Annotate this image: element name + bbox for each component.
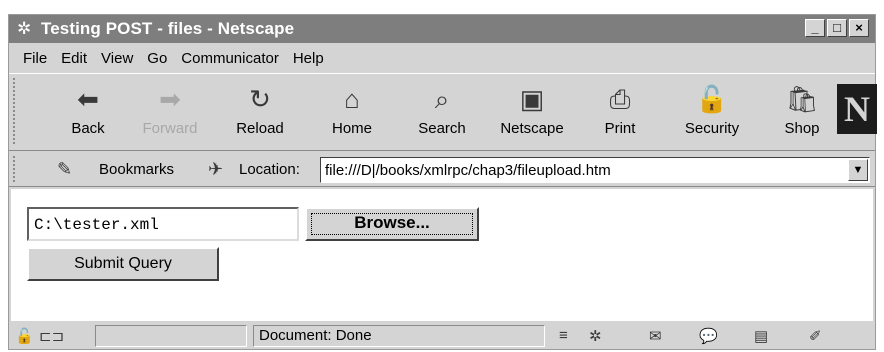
maximize-button[interactable]: □ bbox=[827, 19, 847, 37]
shop-icon: 🛍 bbox=[785, 84, 819, 114]
forward-label: Forward bbox=[142, 120, 198, 137]
security-status-icon[interactable]: 🔓 bbox=[15, 327, 34, 345]
menu-communicator[interactable]: Communicator bbox=[181, 50, 279, 67]
toolbar-grip[interactable] bbox=[13, 78, 21, 144]
menu-file[interactable]: File bbox=[23, 50, 47, 67]
browser-window: ✲ Testing POST - files - Netscape _ □ × … bbox=[8, 14, 877, 350]
bookmarks-icon[interactable]: ✎ bbox=[57, 159, 72, 180]
netscape-button[interactable]: ▣ Netscape bbox=[497, 80, 567, 144]
close-button[interactable]: × bbox=[849, 19, 869, 37]
reload-icon: ↻ bbox=[249, 84, 271, 114]
browse-button[interactable]: Browse... bbox=[305, 207, 479, 241]
submit-query-button[interactable]: Submit Query bbox=[27, 247, 219, 281]
netscape-label: Netscape bbox=[500, 120, 564, 137]
status-bar: 🔓 ⊏⊐ Document: Done ≡ ✲ ✉ 💬 ▤ ✐ bbox=[9, 323, 875, 349]
navigator-icon[interactable]: ✲ bbox=[589, 327, 602, 345]
chevron-down-icon[interactable]: ▼ bbox=[848, 159, 868, 181]
back-button[interactable]: ⬅ Back bbox=[53, 80, 123, 144]
menu-bar: File Edit View Go Communicator Help bbox=[9, 45, 875, 71]
mail-icon[interactable]: ✉ bbox=[649, 327, 662, 345]
print-button[interactable]: ⎙ Print bbox=[585, 80, 655, 144]
menu-help[interactable]: Help bbox=[293, 50, 324, 67]
shop-button[interactable]: 🛍 Shop bbox=[767, 80, 837, 144]
lock-icon: 🔓 bbox=[695, 84, 729, 114]
location-grip[interactable] bbox=[13, 156, 21, 182]
navigation-toolbar: ⬅ Back ➡ Forward ↻ Reload ⌂ Home ⌕ Searc… bbox=[9, 73, 877, 151]
home-button[interactable]: ⌂ Home bbox=[317, 80, 387, 144]
shop-label: Shop bbox=[784, 120, 820, 137]
home-label: Home bbox=[331, 120, 372, 137]
location-label: Location: bbox=[239, 161, 300, 178]
print-label: Print bbox=[604, 120, 636, 137]
security-label: Security bbox=[684, 120, 740, 137]
minimize-button[interactable]: _ bbox=[805, 19, 825, 37]
menu-view[interactable]: View bbox=[101, 50, 133, 67]
location-input[interactable]: file:///D|/books/xmlrpc/chap3/fileupload… bbox=[320, 157, 870, 183]
menu-go[interactable]: Go bbox=[147, 50, 167, 67]
page-proxy-icon[interactable]: ✈ bbox=[208, 159, 223, 180]
reload-label: Reload bbox=[236, 120, 284, 137]
bookmarks-button[interactable]: Bookmarks bbox=[99, 161, 174, 178]
location-toolbar: ✎ Bookmarks ✈ Location: file:///D|/books… bbox=[9, 153, 875, 187]
progress-bar bbox=[95, 325, 247, 347]
status-text: Document: Done bbox=[259, 327, 372, 344]
search-label: Search bbox=[418, 120, 466, 137]
search-icon: ⌕ bbox=[434, 84, 450, 114]
forward-button[interactable]: ➡ Forward bbox=[135, 80, 205, 144]
composer-icon[interactable]: ✐ bbox=[809, 327, 822, 345]
back-label: Back bbox=[71, 120, 105, 137]
my-netscape-icon: ▣ bbox=[519, 84, 545, 114]
netscape-web-icon: ✲ bbox=[17, 19, 32, 38]
title-bar: ✲ Testing POST - files - Netscape _ □ × bbox=[9, 15, 875, 43]
menu-edit[interactable]: Edit bbox=[61, 50, 87, 67]
back-arrow-icon: ⬅ bbox=[77, 84, 99, 114]
search-button[interactable]: ⌕ Search bbox=[407, 80, 477, 144]
location-url[interactable]: file:///D|/books/xmlrpc/chap3/fileupload… bbox=[325, 162, 611, 179]
page-content: C:\tester.xml Browse... Submit Query bbox=[11, 189, 873, 321]
file-path-value: C:\tester.xml bbox=[34, 216, 159, 234]
connection-icon: ⊏⊐ bbox=[39, 328, 65, 345]
address-book-icon[interactable]: ▤ bbox=[754, 327, 768, 345]
print-icon: ⎙ bbox=[609, 84, 631, 114]
reload-button[interactable]: ↻ Reload bbox=[225, 80, 295, 144]
security-button[interactable]: 🔓 Security bbox=[677, 80, 747, 144]
file-path-input[interactable]: C:\tester.xml bbox=[27, 207, 299, 241]
forward-arrow-icon: ➡ bbox=[159, 84, 181, 114]
netscape-logo[interactable]: N bbox=[837, 84, 877, 134]
newsgroups-icon[interactable]: 💬 bbox=[699, 327, 718, 345]
home-icon: ⌂ bbox=[344, 84, 360, 114]
window-title: Testing POST - files - Netscape bbox=[41, 19, 295, 38]
resize-grip-icon: ≡ bbox=[559, 327, 568, 344]
